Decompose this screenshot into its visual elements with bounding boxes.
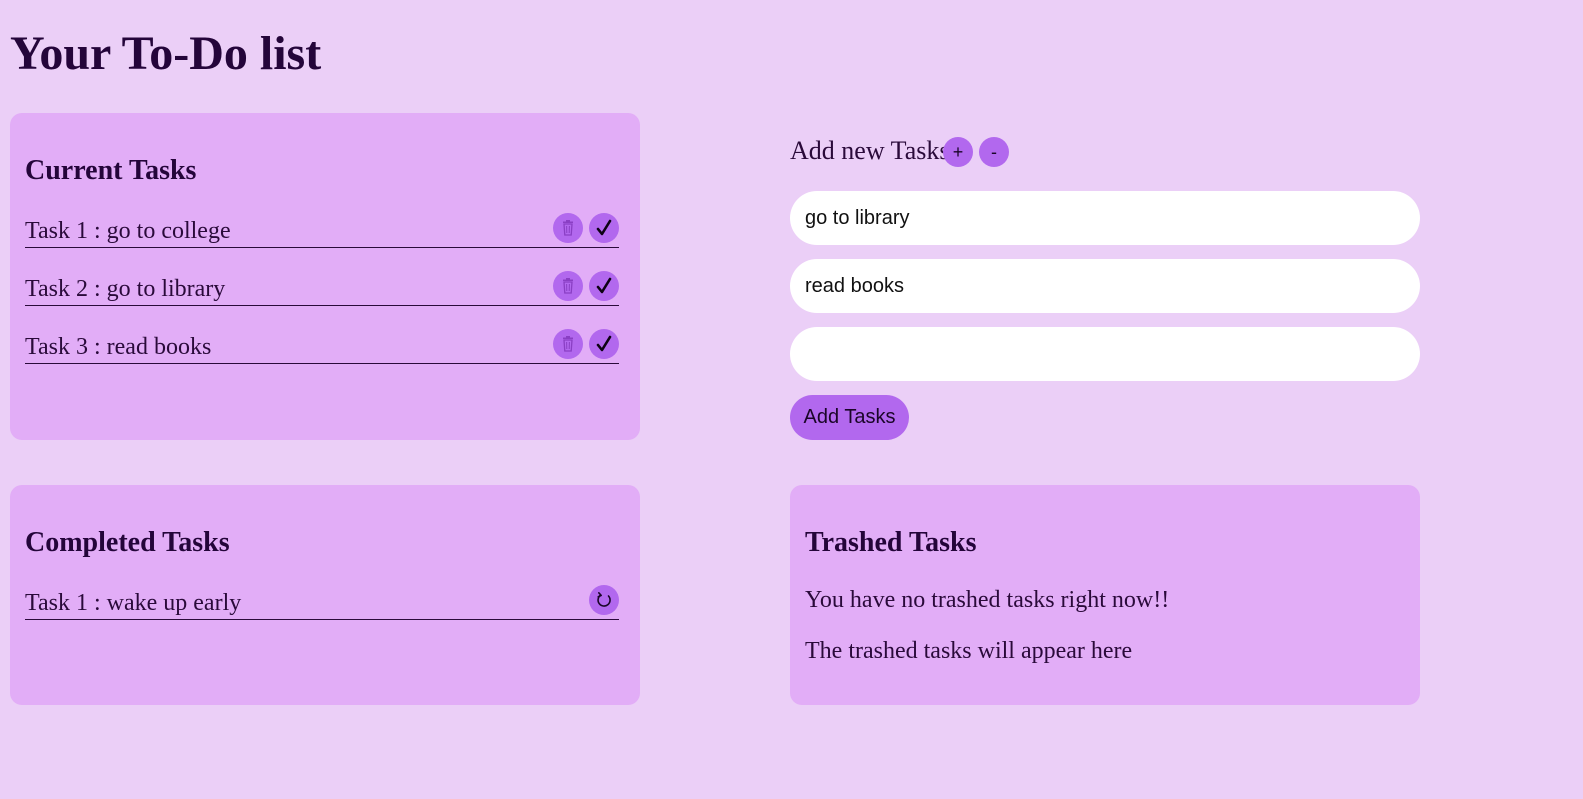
delete-task-button[interactable] [553,271,583,301]
current-task-label: Task 2 : go to library [25,276,226,302]
current-task-label: Task 3 : read books [25,334,212,360]
completed-tasks-heading: Completed Tasks [25,527,230,558]
delete-task-button[interactable] [553,329,583,359]
page-title: Your To-Do list [10,27,322,80]
current-task-row: Task 2 : go to library [25,271,619,306]
add-input-button[interactable]: + [943,137,973,167]
trash-icon [563,336,573,352]
restore-task-button[interactable] [589,585,619,615]
completed-tasks-panel: Completed Tasks Task 1 : wake up early [10,485,640,705]
new-task-input[interactable] [790,191,1420,245]
complete-task-button[interactable] [589,329,619,359]
complete-task-button[interactable] [589,213,619,243]
check-icon [596,277,612,294]
trashed-hint-message: The trashed tasks will appear here [805,638,1133,664]
new-task-input[interactable] [790,327,1420,381]
trashed-tasks-heading: Trashed Tasks [805,527,977,558]
current-tasks-panel: Current Tasks Task 1 : go to college Tas… [10,113,640,440]
complete-task-button[interactable] [589,271,619,301]
check-icon [596,335,612,352]
current-tasks-heading: Current Tasks [25,155,197,186]
trashed-empty-message: You have no trashed tasks right now!! [805,587,1170,613]
remove-input-button[interactable]: - [979,137,1009,167]
trash-icon [563,220,573,236]
current-task-row: Task 3 : read books [25,329,619,364]
undo-icon [597,592,611,607]
new-task-input[interactable] [790,259,1420,313]
trashed-tasks-panel: Trashed Tasks You have no trashed tasks … [790,485,1420,705]
completed-task-label: Task 1 : wake up early [25,590,242,616]
add-tasks-button[interactable]: Add Tasks [790,395,909,440]
current-task-label: Task 1 : go to college [25,218,231,244]
trash-icon [563,278,573,294]
check-icon [596,219,612,236]
current-task-row: Task 1 : go to college [25,213,619,248]
delete-task-button[interactable] [553,213,583,243]
completed-task-row: Task 1 : wake up early [25,585,619,620]
add-tasks-label: Add new Tasks [790,136,950,165]
